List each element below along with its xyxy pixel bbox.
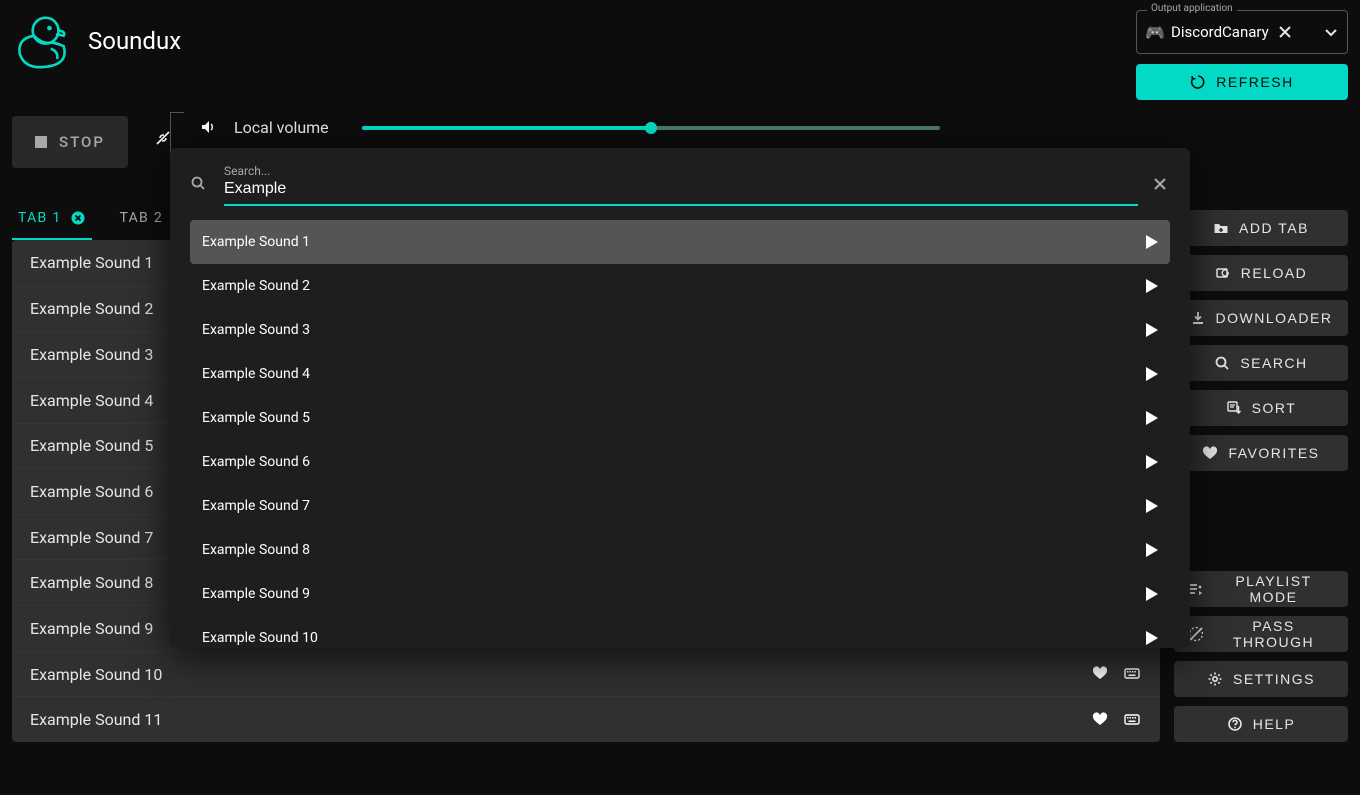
search-result-row[interactable]: Example Sound 10 — [190, 616, 1170, 648]
settings-button[interactable]: SETTINGS — [1174, 661, 1348, 697]
help-button[interactable]: HELP — [1174, 706, 1348, 742]
favorite-icon[interactable] — [1092, 665, 1110, 683]
tab[interactable]: TAB 1 — [12, 210, 92, 240]
search-placeholder: Search... — [224, 164, 1138, 178]
result-name: Example Sound 4 — [202, 366, 1146, 382]
search-result-row[interactable]: Example Sound 7 — [190, 484, 1170, 528]
add-tab-button[interactable]: ADD TAB — [1174, 210, 1348, 246]
duck-logo-icon — [12, 10, 74, 72]
result-name: Example Sound 9 — [202, 586, 1146, 602]
search-close-button[interactable] — [1152, 176, 1170, 194]
playlist-icon — [1188, 581, 1203, 597]
play-icon[interactable] — [1146, 367, 1158, 381]
search-result-row[interactable]: Example Sound 3 — [190, 308, 1170, 352]
result-name: Example Sound 6 — [202, 454, 1146, 470]
search-result-row[interactable]: Example Sound 9 — [190, 572, 1170, 616]
result-name: Example Sound 5 — [202, 410, 1146, 426]
play-icon[interactable] — [1146, 323, 1158, 337]
sound-name: Example Sound 10 — [30, 665, 1078, 684]
play-icon[interactable] — [1146, 543, 1158, 557]
local-volume-label: Local volume — [234, 118, 346, 137]
reload-button[interactable]: RELOAD — [1174, 255, 1348, 291]
sound-row[interactable]: Example Sound 11 — [12, 696, 1160, 742]
search-result-row[interactable]: Example Sound 5 — [190, 396, 1170, 440]
search-result-row[interactable]: Example Sound 8 — [190, 528, 1170, 572]
sort-icon — [1226, 400, 1242, 416]
refresh-icon — [1190, 74, 1206, 90]
play-icon[interactable] — [1146, 279, 1158, 293]
app-title: Soundux — [88, 27, 181, 55]
brand: Soundux — [12, 10, 1136, 72]
sort-button[interactable]: SORT — [1174, 390, 1348, 426]
output-app-field[interactable]: Output application 🎮 DiscordCanary — [1136, 10, 1348, 54]
result-name: Example Sound 2 — [202, 278, 1146, 294]
local-volume-slider[interactable] — [362, 126, 940, 130]
tab-close-icon[interactable] — [70, 210, 86, 226]
volume-icon — [200, 119, 218, 137]
search-result-row[interactable]: Example Sound 2 — [190, 264, 1170, 308]
output-app-name: DiscordCanary — [1171, 23, 1269, 41]
folder-plus-icon — [1213, 220, 1229, 236]
link-volumes-toggle[interactable] — [152, 112, 176, 148]
stop-button[interactable]: STOP — [12, 116, 128, 168]
play-icon[interactable] — [1146, 587, 1158, 601]
favorite-icon[interactable] — [1092, 711, 1110, 729]
help-icon — [1227, 716, 1243, 732]
download-icon — [1190, 310, 1206, 326]
result-name: Example Sound 3 — [202, 322, 1146, 338]
playlist-mode-button[interactable]: PLAYLIST MODE — [1174, 571, 1348, 607]
play-icon[interactable] — [1146, 411, 1158, 425]
sound-row[interactable]: Example Sound 10 — [12, 651, 1160, 697]
search-icon — [1214, 355, 1230, 371]
search-icon — [190, 175, 210, 195]
search-modal: Search... Example Sound 1 Example Sound 2… — [170, 148, 1190, 648]
refresh-button[interactable]: REFRESH — [1136, 64, 1348, 100]
output-clear-button[interactable] — [1277, 24, 1293, 40]
reload-icon — [1215, 265, 1231, 281]
stop-icon — [35, 136, 47, 148]
gear-icon — [1207, 671, 1223, 687]
search-results: Example Sound 1 Example Sound 2 Example So… — [190, 220, 1170, 648]
discord-icon: 🎮 — [1145, 22, 1165, 42]
downloader-button[interactable]: DOWNLOADER — [1174, 300, 1348, 336]
search-result-row[interactable]: Example Sound 6 — [190, 440, 1170, 484]
play-icon[interactable] — [1146, 235, 1158, 249]
output-app-legend: Output application — [1147, 3, 1237, 14]
pass-through-icon — [1188, 626, 1203, 642]
search-button[interactable]: SEARCH — [1174, 345, 1348, 381]
favorites-button[interactable]: FAVORITES — [1174, 435, 1348, 471]
result-name: Example Sound 8 — [202, 542, 1146, 558]
play-icon[interactable] — [1146, 499, 1158, 513]
pass-through-button[interactable]: PASS THROUGH — [1174, 616, 1348, 652]
output-dropdown-icon[interactable] — [1323, 24, 1339, 40]
sound-name: Example Sound 11 — [30, 710, 1078, 729]
search-input[interactable] — [224, 178, 1138, 200]
result-name: Example Sound 7 — [202, 498, 1146, 514]
hotkey-icon[interactable] — [1124, 665, 1142, 683]
search-result-row[interactable]: Example Sound 1 — [190, 220, 1170, 264]
result-name: Example Sound 1 — [202, 234, 1146, 250]
heart-icon — [1202, 445, 1218, 461]
hotkey-icon[interactable] — [1124, 711, 1142, 729]
result-name: Example Sound 10 — [202, 630, 1146, 646]
play-icon[interactable] — [1146, 631, 1158, 645]
search-result-row[interactable]: Example Sound 4 — [190, 352, 1170, 396]
play-icon[interactable] — [1146, 455, 1158, 469]
